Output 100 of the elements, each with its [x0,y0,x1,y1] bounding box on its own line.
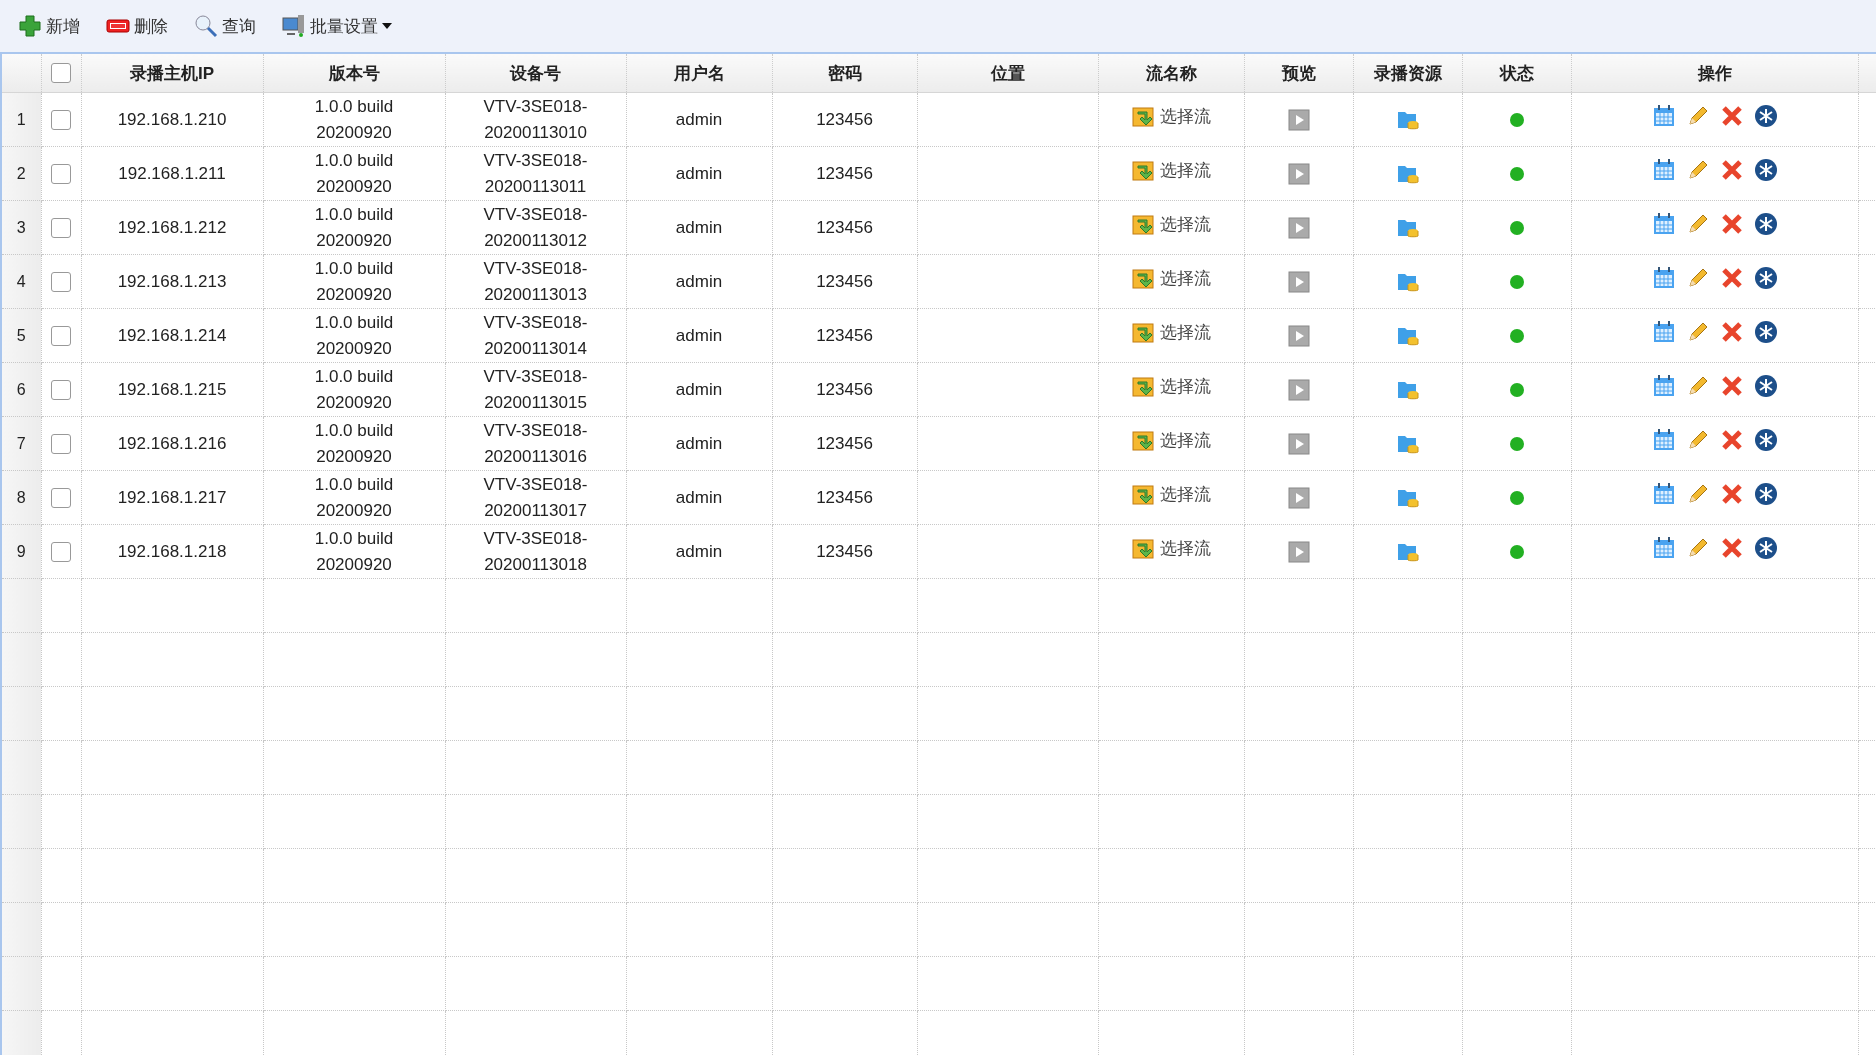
play-icon[interactable] [1286,324,1311,348]
table-cell: admin [626,92,772,147]
column-header: 位置 [917,54,1098,93]
table-cell-text: 1.0.0 build 20200920 [313,419,395,468]
checkbox[interactable] [51,110,71,130]
calendar-icon[interactable] [1651,265,1676,290]
checkbox[interactable] [51,542,71,562]
snowflake-icon[interactable] [1753,265,1778,290]
calendar-icon[interactable] [1651,427,1676,452]
snowflake-icon[interactable] [1753,535,1778,560]
table-cell-text: 1.0.0 build 20200920 [313,527,395,576]
table-cell-text: 1.0.0 build 20200920 [313,149,395,198]
table-cell-text: VTV-3SE018-20200113017 [482,473,589,522]
table-cell: 192.168.1.216 [81,416,263,471]
checkbox[interactable] [51,218,71,238]
table-cell: admin [626,146,772,201]
table-cell-text: 1.0.0 build 20200920 [313,257,395,306]
column-header: 操作 [1571,54,1858,93]
snowflake-icon[interactable] [1753,103,1778,128]
row-number: 6 [1,362,41,417]
play-icon[interactable] [1286,162,1311,186]
search-button[interactable]: 查询 [192,12,258,40]
select-stream-button[interactable]: 选择流 [1125,372,1217,401]
close-icon[interactable] [1719,265,1744,290]
row-number: 5 [1,308,41,363]
table-cell: admin [626,200,772,255]
play-icon[interactable] [1286,270,1311,294]
checkbox[interactable] [51,434,71,454]
close-icon[interactable] [1719,427,1744,452]
play-icon[interactable] [1286,432,1311,456]
close-icon[interactable] [1719,103,1744,128]
table-cell: 123456 [772,92,917,147]
close-icon[interactable] [1719,319,1744,344]
select-stream-button[interactable]: 选择流 [1125,480,1217,509]
table-cell: 192.168.1.212 [81,200,263,255]
play-icon[interactable] [1286,216,1311,240]
table-cell-text: VTV-3SE018-20200113013 [482,257,589,306]
calendar-icon[interactable] [1651,103,1676,128]
table-cell: 192.168.1.215 [81,362,263,417]
snowflake-icon[interactable] [1753,427,1778,452]
computer-icon [282,14,306,38]
table-cell: admin [626,524,772,579]
select-stream-button[interactable]: 选择流 [1125,426,1217,455]
checkbox[interactable] [51,380,71,400]
checkbox[interactable] [51,488,71,508]
close-icon[interactable] [1719,373,1744,398]
table-cell-text: 1.0.0 build 20200920 [313,203,395,252]
table-cell: 123456 [772,416,917,471]
table-cell-text: VTV-3SE018-20200113018 [482,527,589,576]
checkbox[interactable] [51,272,71,292]
play-icon[interactable] [1286,108,1311,132]
calendar-icon[interactable] [1651,481,1676,506]
snowflake-icon[interactable] [1753,157,1778,182]
select-stream-button[interactable]: 选择流 [1125,318,1217,347]
table-cell-text: VTV-3SE018-20200113010 [482,95,589,144]
play-icon[interactable] [1286,540,1311,564]
select-stream-button[interactable]: 选择流 [1125,156,1217,185]
column-header: 版本号 [263,54,445,93]
column-header: 密码 [772,54,917,93]
column-header: 状态 [1462,54,1571,93]
table-cell: 192.168.1.211 [81,146,263,201]
table-cell: 192.168.1.218 [81,524,263,579]
calendar-icon[interactable] [1651,157,1676,182]
table-cell: admin [626,362,772,417]
table-cell: 123456 [772,308,917,363]
snowflake-icon[interactable] [1753,319,1778,344]
checkbox[interactable] [51,63,71,84]
select-stream-button[interactable]: 选择流 [1125,264,1217,293]
column-header: 录播主机IP [81,54,263,93]
checkbox[interactable] [51,326,71,346]
play-icon[interactable] [1286,486,1311,510]
table-cell: 123456 [772,254,917,309]
select-stream-button[interactable]: 选择流 [1125,534,1217,563]
snowflake-icon[interactable] [1753,211,1778,236]
calendar-icon[interactable] [1651,373,1676,398]
checkbox[interactable] [51,164,71,184]
close-icon[interactable] [1719,211,1744,236]
table-cell: 123456 [772,362,917,417]
calendar-icon[interactable] [1651,319,1676,344]
close-icon[interactable] [1719,535,1744,560]
table-cell-text: VTV-3SE018-20200113015 [482,365,589,414]
select-stream-button[interactable]: 选择流 [1125,210,1217,239]
delete-button[interactable]: 删除 [104,12,170,40]
table-cell: admin [626,308,772,363]
row-number: 2 [1,146,41,201]
close-icon[interactable] [1719,157,1744,182]
select-stream-button[interactable]: 选择流 [1125,102,1217,131]
calendar-icon[interactable] [1651,211,1676,236]
calendar-icon[interactable] [1651,535,1676,560]
search-icon [194,14,218,38]
snowflake-icon[interactable] [1753,481,1778,506]
close-icon[interactable] [1719,481,1744,506]
table-cell-text: VTV-3SE018-20200113014 [482,311,589,360]
table-cell-text: 1.0.0 build 20200920 [313,95,395,144]
column-header: 用户名 [626,54,772,93]
snowflake-icon[interactable] [1753,373,1778,398]
add-button[interactable]: 新增 [16,12,82,40]
table-cell: 192.168.1.217 [81,470,263,525]
batch-settings-button[interactable]: 批量设置 [280,12,394,40]
play-icon[interactable] [1286,378,1311,402]
